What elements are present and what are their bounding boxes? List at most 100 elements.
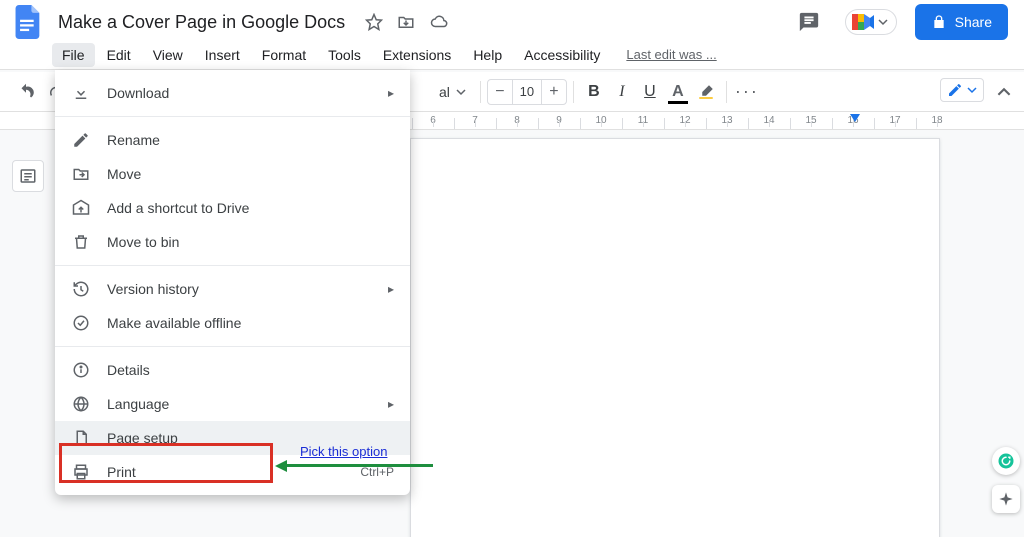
highlight-color-button[interactable]	[692, 78, 720, 106]
font-family-label: al	[439, 84, 450, 100]
meet-icon	[852, 14, 874, 30]
text-color-button[interactable]: A	[664, 78, 692, 106]
ruler-tick: 14	[748, 115, 790, 126]
share-button[interactable]: Share	[915, 4, 1008, 40]
title-action-icons	[365, 13, 449, 31]
menu-divider	[55, 346, 410, 347]
ruler-right-indent-marker[interactable]	[850, 114, 860, 122]
document-page[interactable]	[410, 138, 940, 537]
menu-view[interactable]: View	[143, 43, 193, 67]
menu-item-label: Print	[107, 464, 136, 480]
italic-button[interactable]: I	[608, 78, 636, 106]
document-outline-toggle[interactable]	[12, 160, 44, 192]
font-size-increase[interactable]: +	[542, 83, 566, 101]
font-size-decrease[interactable]: −	[488, 83, 512, 101]
last-edit-link[interactable]: Last edit was ...	[626, 47, 716, 62]
more-tools-button[interactable]: ···	[733, 78, 761, 106]
menu-tools[interactable]: Tools	[318, 43, 371, 67]
file-menu-download[interactable]: Download ▸	[55, 76, 410, 110]
ruler-tick: 9	[538, 115, 580, 126]
menu-accessibility[interactable]: Accessibility	[514, 43, 610, 67]
file-menu-add-a-shortcut-to-drive[interactable]: Add a shortcut to Drive	[55, 191, 410, 225]
move-icon	[71, 164, 91, 184]
ruler-tick: 6	[412, 115, 454, 126]
file-menu-language[interactable]: Language ▸	[55, 387, 410, 421]
editing-mode-button[interactable]	[940, 78, 984, 102]
side-badges	[992, 447, 1020, 513]
star-icon[interactable]	[365, 13, 383, 31]
menu-help[interactable]: Help	[463, 43, 512, 67]
chevron-down-icon	[456, 87, 466, 97]
menu-item-label: Page setup	[107, 430, 178, 446]
font-family-picker[interactable]: al	[431, 80, 474, 104]
chevron-down-icon	[878, 17, 888, 27]
ruler-tick: 17	[874, 115, 916, 126]
rename-icon	[71, 130, 91, 150]
file-menu-version-history[interactable]: Version history ▸	[55, 272, 410, 306]
header-right-actions: Share	[791, 4, 1014, 40]
file-menu-details[interactable]: Details	[55, 353, 410, 387]
file-menu-dropdown: Download ▸ Rename Move Add a shortcut to Dri…	[55, 70, 410, 495]
shortcut-icon	[71, 198, 91, 218]
chevron-down-icon	[967, 85, 977, 95]
ruler-tick: 7	[454, 115, 496, 126]
collapse-toolbar-button[interactable]	[990, 78, 1018, 106]
menu-item-label: Language	[107, 396, 169, 412]
pencil-icon	[947, 82, 963, 98]
share-button-label: Share	[955, 14, 992, 30]
file-menu-rename[interactable]: Rename	[55, 123, 410, 157]
info-icon	[71, 360, 91, 380]
explore-badge-icon[interactable]	[992, 485, 1020, 513]
menu-item-label: Version history	[107, 281, 199, 297]
menu-divider	[55, 265, 410, 266]
menu-insert[interactable]: Insert	[195, 43, 250, 67]
menu-item-label: Move to bin	[107, 234, 179, 250]
menu-item-label: Download	[107, 85, 169, 101]
title-bar: Make a Cover Page in Google Docs Share	[0, 0, 1024, 40]
ruler-tick: 11	[622, 115, 664, 126]
docs-logo-icon[interactable]	[10, 4, 46, 40]
google-meet-button[interactable]	[845, 9, 897, 35]
download-icon	[71, 83, 91, 103]
submenu-arrow-icon: ▸	[388, 397, 394, 411]
menu-item-label: Rename	[107, 132, 160, 148]
ruler-tick: 13	[706, 115, 748, 126]
file-menu-make-available-offline[interactable]: Make available offline	[55, 306, 410, 340]
undo-button[interactable]	[12, 78, 40, 106]
menu-format[interactable]: Format	[252, 43, 316, 67]
menu-edit[interactable]: Edit	[97, 43, 141, 67]
file-menu-print[interactable]: Print Ctrl+P	[55, 455, 410, 489]
font-size-input[interactable]	[512, 80, 542, 104]
submenu-arrow-icon: ▸	[388, 282, 394, 296]
move-to-folder-icon[interactable]	[397, 13, 415, 31]
menu-shortcut: Ctrl+P	[360, 465, 394, 479]
menu-divider	[55, 116, 410, 117]
menu-item-label: Move	[107, 166, 141, 182]
menu-item-label: Make available offline	[107, 315, 241, 331]
comment-history-icon[interactable]	[791, 4, 827, 40]
grammarly-badge-icon[interactable]	[992, 447, 1020, 475]
menu-file[interactable]: File	[52, 43, 95, 67]
menu-bar: File Edit View Insert Format Tools Exten…	[0, 40, 1024, 70]
lock-icon	[931, 14, 947, 30]
cloud-status-icon[interactable]	[429, 13, 449, 31]
ruler-tick: 15	[790, 115, 832, 126]
ruler-tick: 18	[916, 115, 958, 126]
toolbar-separator	[726, 81, 727, 103]
ruler-tick: 10	[580, 115, 622, 126]
bold-button[interactable]: B	[580, 78, 608, 106]
bin-icon	[71, 232, 91, 252]
toolbar-separator	[573, 81, 574, 103]
underline-button[interactable]: U	[636, 78, 664, 106]
font-size-control: − +	[487, 79, 567, 105]
menu-extensions[interactable]: Extensions	[373, 43, 461, 67]
toolbar-separator	[480, 81, 481, 103]
page-icon	[71, 428, 91, 448]
ruler-tick: 12	[664, 115, 706, 126]
ruler-tick: 8	[496, 115, 538, 126]
file-menu-move-to-bin[interactable]: Move to bin	[55, 225, 410, 259]
submenu-arrow-icon: ▸	[388, 86, 394, 100]
document-title[interactable]: Make a Cover Page in Google Docs	[52, 10, 351, 35]
file-menu-move[interactable]: Move	[55, 157, 410, 191]
history-icon	[71, 279, 91, 299]
